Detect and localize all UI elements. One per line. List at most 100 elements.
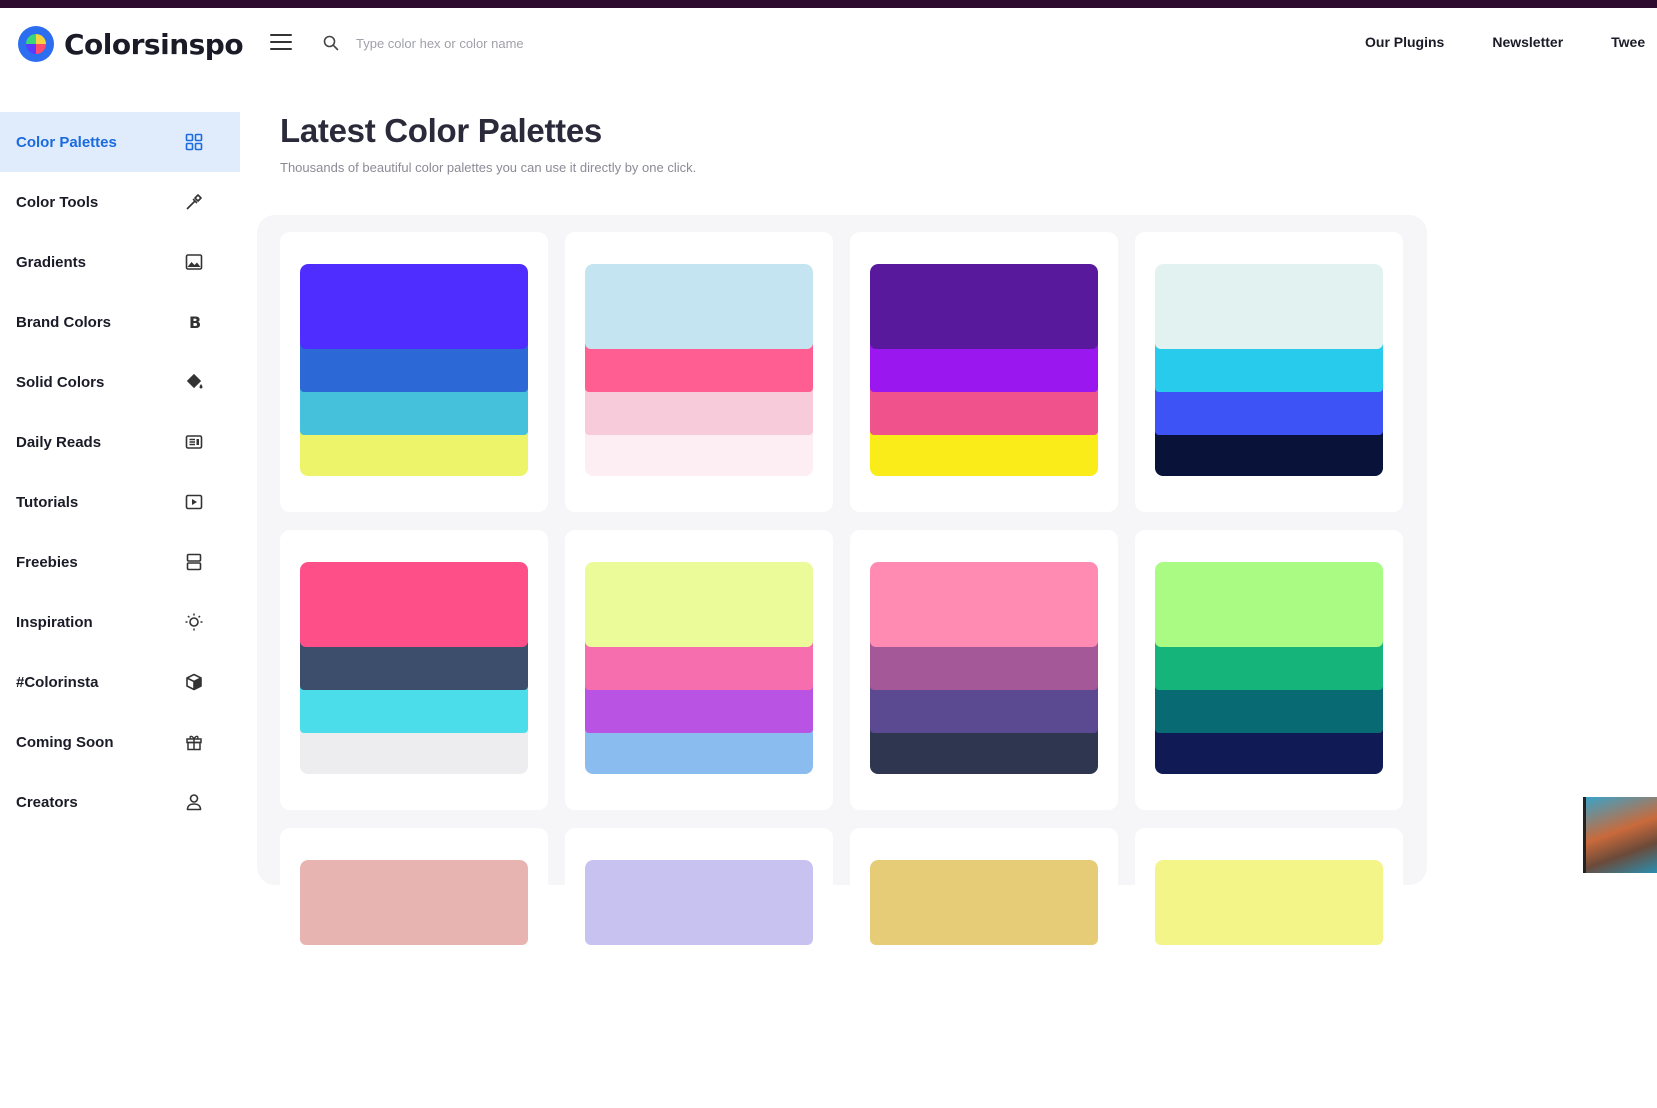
palette-card[interactable] [565,530,833,810]
color-swatch[interactable] [870,728,1098,774]
color-swatch[interactable] [1155,388,1383,435]
sidebar-item-label: Color Tools [16,193,99,211]
paint-bucket-icon [184,372,204,392]
sidebar-item-label: Tutorials [16,493,79,511]
search-input[interactable] [356,29,776,57]
color-swatch[interactable] [585,728,813,774]
color-swatch[interactable] [585,430,813,476]
sidebar-item-label: Inspiration [16,613,93,631]
sidebar-item-label: Daily Reads [16,433,102,451]
palette-card[interactable] [1135,828,1403,1108]
layout-icon [184,552,204,572]
floating-thumbnail-image[interactable] [1583,797,1657,873]
color-swatch[interactable] [300,388,528,435]
color-swatch[interactable] [585,642,813,690]
header: Colorsinspo Our Plugins Newsletter Twee [0,8,1657,78]
color-swatch[interactable] [585,562,813,647]
palette-card[interactable] [565,828,833,1108]
color-swatch[interactable] [300,264,528,349]
gift-icon [184,732,204,752]
color-swatch[interactable] [585,264,813,349]
color-swatch[interactable] [1155,728,1383,774]
newspaper-icon [184,432,204,452]
cube-icon [184,672,204,692]
sidebar-item-label: Color Palettes [16,133,117,151]
page-subtitle: Thousands of beautiful color palettes yo… [280,160,697,175]
palette-swatches [1155,264,1383,476]
palette-card[interactable] [850,530,1118,810]
sidebar-item-label: Coming Soon [16,733,114,751]
color-swatch[interactable] [1155,562,1383,647]
color-swatch[interactable] [1155,430,1383,476]
palette-card[interactable] [280,530,548,810]
palette-swatches [1155,562,1383,774]
nav-newsletter[interactable]: Newsletter [1492,34,1563,50]
color-swatch[interactable] [1155,686,1383,733]
palette-card[interactable] [1135,232,1403,512]
sidebar-item-brand-colors[interactable]: Brand Colors B [0,292,240,352]
palette-swatches [585,860,813,1072]
palette-card[interactable] [850,232,1118,512]
color-swatch[interactable] [585,388,813,435]
palette-card[interactable] [850,828,1118,1108]
palette-swatches [870,264,1098,476]
sidebar-item-inspiration[interactable]: Inspiration [0,592,240,652]
palette-swatches [870,562,1098,774]
palette-swatches [300,264,528,476]
color-swatch[interactable] [870,388,1098,435]
color-swatch[interactable] [1155,642,1383,690]
bulb-icon [184,612,204,632]
color-swatch[interactable] [300,562,528,647]
nav-tweet[interactable]: Twee [1611,34,1645,50]
top-accent-strip [0,0,1657,8]
sidebar-item-daily-reads[interactable]: Daily Reads [0,412,240,472]
sidebar-item-color-tools[interactable]: Color Tools [0,172,240,232]
grid-icon [184,132,204,152]
palette-swatches [300,562,528,774]
color-swatch[interactable] [870,686,1098,733]
nav-our-plugins[interactable]: Our Plugins [1365,34,1444,50]
color-swatch[interactable] [300,642,528,690]
palette-card[interactable] [280,232,548,512]
color-swatch[interactable] [585,686,813,733]
color-swatch[interactable] [1155,344,1383,392]
sidebar-item-tutorials[interactable]: Tutorials [0,472,240,532]
palette-swatches [300,860,528,1072]
sidebar-item-solid-colors[interactable]: Solid Colors [0,352,240,412]
color-swatch[interactable] [870,430,1098,476]
main-header: Latest Color Palettes Thousands of beaut… [280,112,696,175]
palette-swatches [870,860,1098,1072]
user-icon [184,792,204,812]
palette-swatches [585,264,813,476]
play-icon [184,492,204,512]
sidebar-item-label: Gradients [16,253,87,271]
sidebar-item-freebies[interactable]: Freebies [0,532,240,592]
sidebar-item-color-palettes[interactable]: Color Palettes [0,112,240,172]
color-swatch[interactable] [870,642,1098,690]
eyedropper-icon [184,192,204,212]
palette-swatches [1155,860,1383,1072]
logo[interactable]: Colorsinspo [18,26,244,62]
color-swatch[interactable] [300,430,528,476]
sidebar-item-coming-soon[interactable]: Coming Soon [0,712,240,772]
sidebar-item-creators[interactable]: Creators [0,772,240,832]
color-swatch[interactable] [585,344,813,392]
palette-card[interactable] [565,232,833,512]
image-icon [184,252,204,272]
hamburger-menu-icon[interactable] [270,34,292,52]
palette-card[interactable] [1135,530,1403,810]
color-swatch[interactable] [300,728,528,774]
sidebar-item-gradients[interactable]: Gradients [0,232,240,292]
page-title: Latest Color Palettes [280,112,602,149]
sidebar: Color Palettes Color Tools Gradients Bra… [0,112,240,832]
color-swatch[interactable] [870,344,1098,392]
color-swatch[interactable] [1155,264,1383,349]
sidebar-item-label: Creators [16,793,78,811]
sidebar-item-colorinsta[interactable]: #Colorinsta [0,652,240,712]
color-swatch[interactable] [870,562,1098,647]
palette-card[interactable] [280,828,548,1108]
bold-b-icon: B [184,312,204,332]
color-swatch[interactable] [870,264,1098,349]
color-swatch[interactable] [300,686,528,733]
color-swatch[interactable] [300,344,528,392]
